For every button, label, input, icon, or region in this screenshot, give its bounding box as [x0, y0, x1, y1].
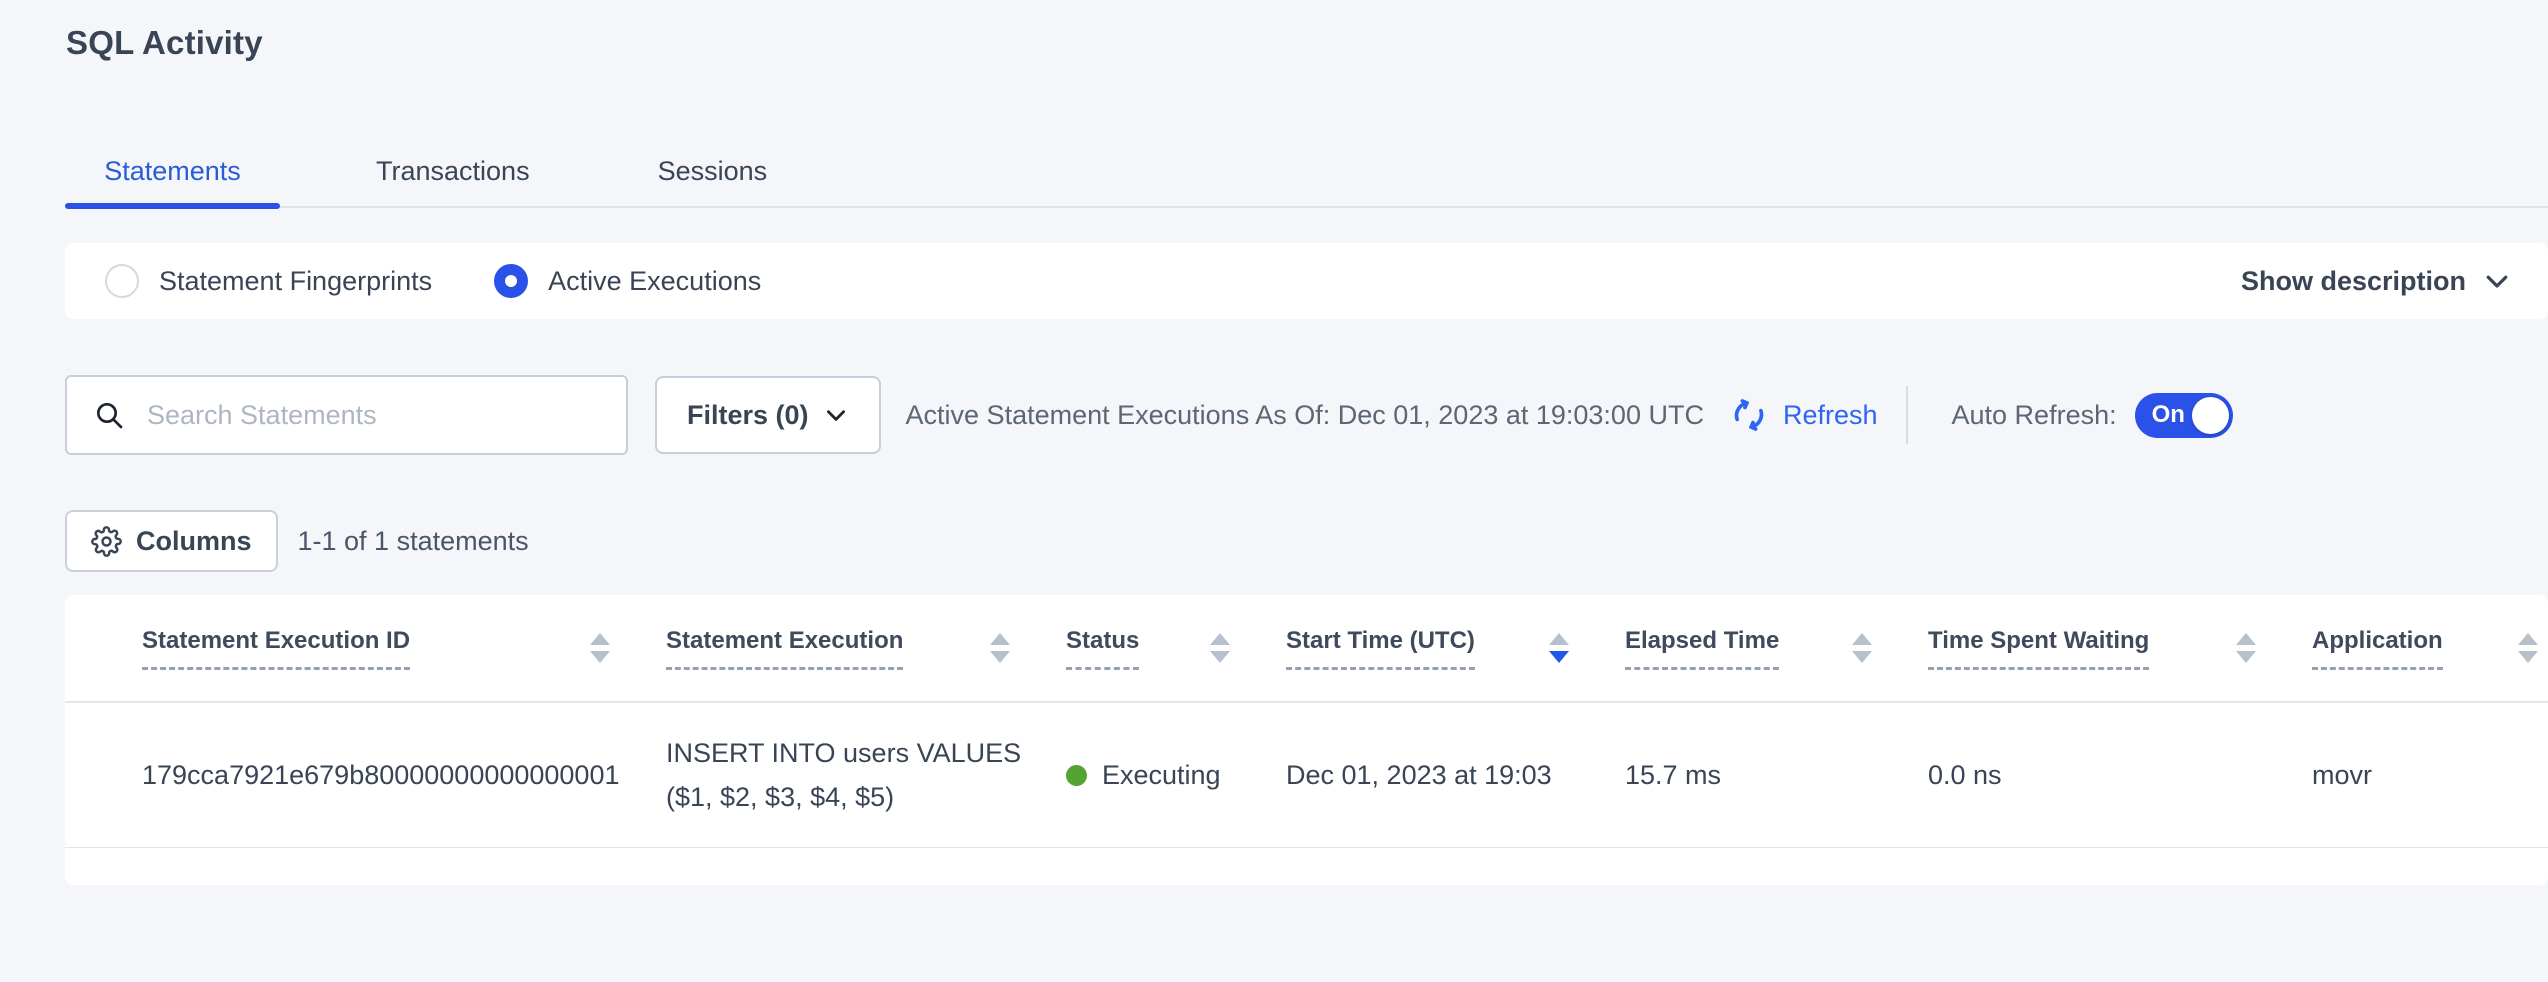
sort-arrows-icon	[2518, 633, 2538, 663]
gear-icon	[91, 526, 136, 557]
sql-activity-page: SQL Activity Statements Transactions Ses…	[0, 0, 2548, 982]
cell-application: movr	[2312, 703, 2548, 847]
search-box[interactable]	[65, 375, 628, 455]
cell-time-spent-waiting: 0.0 ns	[1928, 703, 2312, 847]
column-header-label: Statement Execution	[666, 627, 903, 670]
show-description-toggle[interactable]: Show description	[2241, 266, 2512, 297]
table-header-row: Statement Execution ID Statement Executi…	[65, 595, 2548, 703]
search-input[interactable]	[147, 400, 606, 431]
chevron-down-icon	[809, 402, 849, 428]
auto-refresh-label: Auto Refresh:	[1952, 400, 2117, 431]
column-header-label: Statement Execution ID	[142, 627, 410, 670]
view-mode-card: Statement Fingerprints Active Executions…	[65, 243, 2548, 319]
active-tab-underline	[65, 203, 280, 209]
column-header-statement-execution[interactable]: Statement Execution	[666, 595, 1066, 701]
tab-sessions[interactable]: Sessions	[658, 136, 768, 206]
tab-statements[interactable]: Statements	[65, 136, 280, 206]
tab-transactions[interactable]: Transactions	[376, 136, 530, 206]
column-header-label: Elapsed Time	[1625, 627, 1779, 670]
columns-button-label: Columns	[136, 526, 252, 557]
column-header-label: Application	[2312, 627, 2443, 670]
column-header-application[interactable]: Application	[2312, 595, 2548, 701]
column-header-time-spent-waiting[interactable]: Time Spent Waiting	[1928, 595, 2312, 701]
toggle-knob	[2192, 397, 2229, 434]
statement-text-line2: ($1, $2, $3, $4, $5)	[666, 775, 894, 819]
auto-refresh-toggle-state: On	[2152, 401, 2185, 429]
filters-button-label: Filters (0)	[687, 400, 809, 431]
cell-start-time: Dec 01, 2023 at 19:03	[1286, 703, 1625, 847]
chevron-down-icon	[2466, 266, 2512, 296]
table-row[interactable]: 179cca7921e679b80000000000000001 INSERT …	[65, 703, 2548, 848]
column-header-label: Start Time (UTC)	[1286, 627, 1475, 670]
show-description-label: Show description	[2241, 266, 2466, 297]
auto-refresh-toggle[interactable]: On	[2135, 393, 2233, 438]
radio-statement-fingerprints[interactable]: Statement Fingerprints	[105, 264, 432, 298]
refresh-button-label: Refresh	[1783, 400, 1878, 431]
column-header-label: Time Spent Waiting	[1928, 627, 2149, 670]
column-header-start-time[interactable]: Start Time (UTC)	[1286, 595, 1625, 701]
tab-bar: Statements Transactions Sessions	[65, 136, 2548, 208]
column-header-status[interactable]: Status	[1066, 595, 1286, 701]
refresh-icon	[1728, 394, 1783, 436]
radio-selected-icon[interactable]	[494, 264, 528, 298]
sort-arrows-icon	[590, 633, 610, 663]
table-controls: Columns 1-1 of 1 statements	[65, 510, 529, 572]
toolbar: Filters (0) Active Statement Executions …	[65, 375, 2548, 455]
statements-table: Statement Execution ID Statement Executi…	[65, 595, 2548, 885]
statement-text-line1: INSERT INTO users VALUES	[666, 731, 1021, 775]
radio-active-executions-label: Active Executions	[548, 266, 761, 297]
status-label: Executing	[1102, 760, 1221, 791]
cell-statement-execution: INSERT INTO users VALUES ($1, $2, $3, $4…	[666, 703, 1066, 847]
tab-transactions-label: Transactions	[376, 156, 530, 187]
column-header-statement-execution-id[interactable]: Statement Execution ID	[65, 595, 666, 701]
sort-arrows-icon	[2236, 633, 2256, 663]
vertical-divider	[1906, 386, 1908, 444]
radio-unselected-icon[interactable]	[105, 264, 139, 298]
as-of-timestamp: Active Statement Executions As Of: Dec 0…	[906, 400, 1704, 431]
column-header-elapsed-time[interactable]: Elapsed Time	[1625, 595, 1928, 701]
refresh-button[interactable]: Refresh	[1728, 394, 1878, 436]
radio-statement-fingerprints-label: Statement Fingerprints	[159, 266, 432, 297]
filters-button[interactable]: Filters (0)	[655, 376, 881, 454]
column-header-label: Status	[1066, 627, 1139, 670]
page-title: SQL Activity	[66, 24, 263, 62]
sort-arrows-icon	[990, 633, 1010, 663]
columns-button[interactable]: Columns	[65, 510, 278, 572]
sort-arrows-icon-active-desc	[1549, 633, 1569, 663]
search-icon	[93, 399, 125, 431]
status-executing-dot-icon	[1066, 765, 1087, 786]
cell-elapsed-time: 15.7 ms	[1625, 703, 1928, 847]
cell-status: Executing	[1066, 703, 1286, 847]
result-count: 1-1 of 1 statements	[298, 526, 529, 557]
sort-arrows-icon	[1852, 633, 1872, 663]
tab-statements-label: Statements	[104, 156, 241, 187]
sort-arrows-icon	[1210, 633, 1230, 663]
radio-active-executions[interactable]: Active Executions	[494, 264, 761, 298]
tab-sessions-label: Sessions	[658, 156, 768, 187]
cell-statement-execution-id: 179cca7921e679b80000000000000001	[65, 703, 666, 847]
